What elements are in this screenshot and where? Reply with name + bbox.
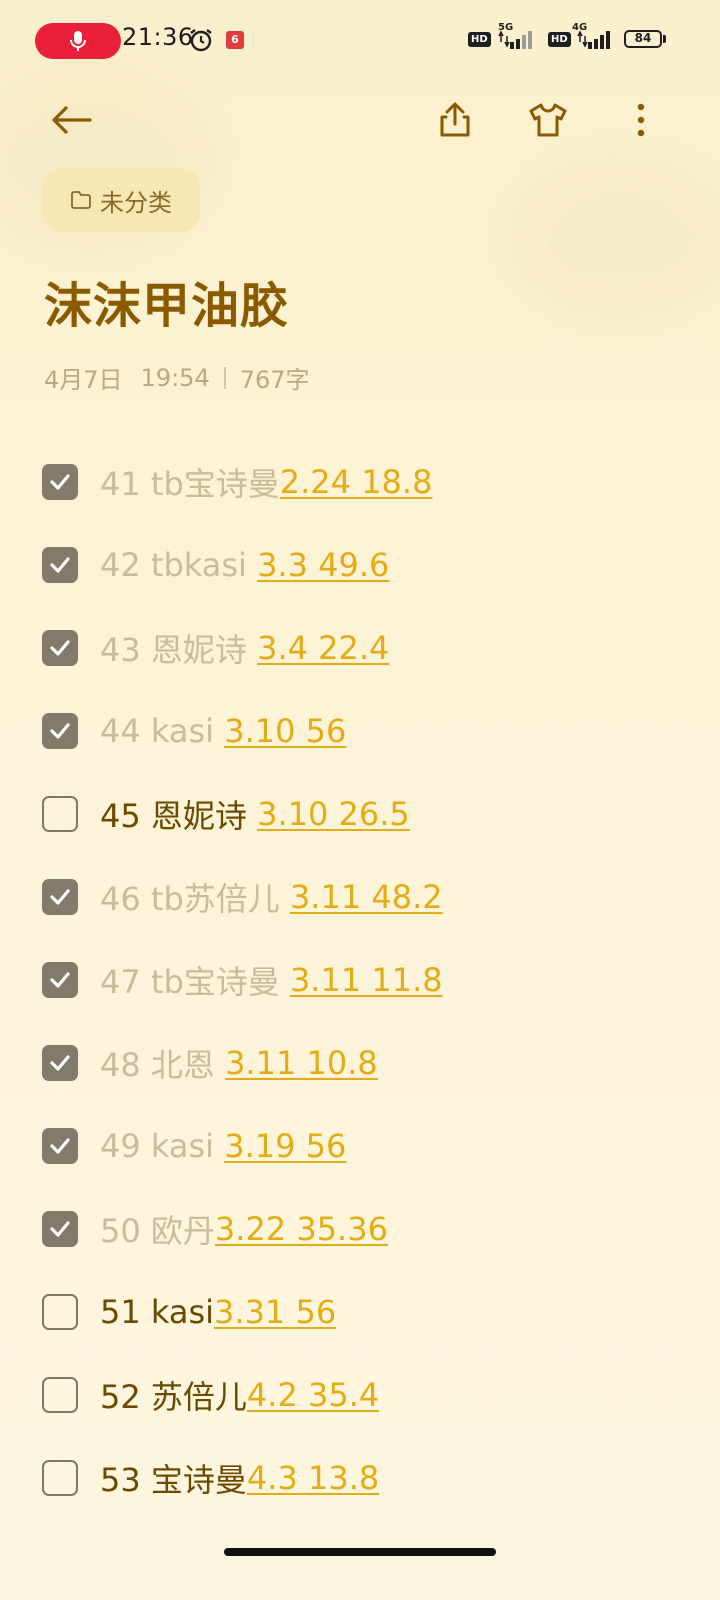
- network-type-label: 4G: [572, 22, 588, 33]
- note-title[interactable]: 沫沫甲油胶: [44, 266, 289, 336]
- note-date: 4月7日: [44, 366, 123, 394]
- checkmark-icon: [50, 473, 70, 490]
- checkbox-checked[interactable]: [42, 961, 78, 998]
- checkbox-checked[interactable]: [42, 1127, 78, 1164]
- checkmark-icon: [50, 1054, 70, 1071]
- note-meta: 4月7日 19:54 767字: [44, 360, 310, 395]
- checklist-item-link[interactable]: 3.11 48.2: [290, 878, 443, 916]
- more-button[interactable]: [616, 95, 666, 145]
- checklist-item-text[interactable]: 41 tb宝诗曼: [100, 459, 280, 505]
- home-indicator[interactable]: [224, 1548, 496, 1556]
- checklist-item-text[interactable]: 43 恩妮诗: [100, 625, 257, 671]
- checklist-item-text[interactable]: 51 kasi: [100, 1293, 214, 1331]
- recording-indicator[interactable]: [35, 23, 121, 59]
- checkmark-icon: [50, 556, 70, 573]
- checklist-item: 42 tbkasi 3.3 49.6: [42, 523, 682, 606]
- checkmark-icon: [50, 1220, 70, 1237]
- checklist-item-text[interactable]: 52 苏倍儿: [100, 1372, 247, 1418]
- network-type-label: 5G: [498, 22, 514, 33]
- checklist-item-text[interactable]: 44 kasi: [100, 712, 224, 750]
- note-time: 19:54: [140, 363, 210, 392]
- checkmark-icon: [50, 888, 70, 905]
- battery-cap: [663, 35, 666, 43]
- hd-badge: HD: [468, 31, 491, 47]
- checkbox-checked[interactable]: [42, 1044, 78, 1081]
- checklist-item-text[interactable]: 49 kasi: [100, 1127, 224, 1165]
- folder-chip[interactable]: 未分类: [42, 168, 200, 232]
- checkmark-icon: [50, 1137, 70, 1154]
- checklist-item-link[interactable]: 4.3 13.8: [247, 1459, 379, 1497]
- status-time: 21:36: [122, 23, 194, 51]
- signal-sim1: HD 5G: [468, 22, 542, 50]
- checklist-item: 53 宝诗曼 4.3 13.8: [42, 1436, 682, 1519]
- checklist-item-link[interactable]: 4.2 35.4: [247, 1376, 379, 1414]
- checklist-item: 44 kasi 3.10 56: [42, 689, 682, 772]
- background-decoration: [500, 150, 720, 330]
- checkbox-checked[interactable]: [42, 546, 78, 583]
- folder-icon: [71, 191, 91, 209]
- checklist-item-link[interactable]: 3.19 56: [224, 1127, 346, 1165]
- checklist-item-text[interactable]: 53 宝诗曼: [100, 1455, 247, 1501]
- checklist-item: 41 tb宝诗曼 2.24 18.8: [42, 440, 682, 523]
- checkbox-unchecked[interactable]: [42, 1293, 78, 1330]
- checklist-item-link[interactable]: 3.11 11.8: [290, 961, 443, 999]
- signal-sim2: HD 4G: [548, 22, 622, 50]
- checklist-item: 45 恩妮诗 3.10 26.5: [42, 772, 682, 855]
- app-notification-icon: 6: [226, 31, 244, 49]
- checkbox-checked[interactable]: [42, 712, 78, 749]
- checklist-item-text[interactable]: 46 tb苏倍儿: [100, 874, 290, 920]
- checkmark-icon: [50, 722, 70, 739]
- checklist-item-link[interactable]: 3.3 49.6: [257, 546, 389, 584]
- meta-divider: [223, 366, 226, 389]
- checklist-item-text[interactable]: 50 欧丹: [100, 1206, 215, 1252]
- checklist-item-text[interactable]: 42 tbkasi: [100, 546, 257, 584]
- checklist-item-link[interactable]: 3.11 10.8: [225, 1044, 378, 1082]
- share-button[interactable]: [430, 95, 480, 145]
- checkbox-checked[interactable]: [42, 878, 78, 915]
- checklist-item: 46 tb苏倍儿 3.11 48.2: [42, 855, 682, 938]
- back-button[interactable]: [46, 95, 96, 145]
- checkbox-unchecked[interactable]: [42, 795, 78, 832]
- checklist: 41 tb宝诗曼 2.24 18.8 42 tbkasi 3.3 49.6 43 恩妮…: [42, 440, 682, 1519]
- word-count: 767字: [239, 366, 310, 394]
- share-icon: [440, 102, 470, 137]
- battery-icon: 84: [624, 30, 662, 48]
- hd-badge: HD: [548, 31, 571, 47]
- checkmark-icon: [50, 639, 70, 656]
- checklist-item: 49 kasi 3.19 56: [42, 1104, 682, 1187]
- checkbox-checked[interactable]: [42, 1210, 78, 1247]
- status-bar: 21:36 6 HD 5G HD 4G 84: [0, 0, 720, 80]
- checklist-item: 52 苏倍儿 4.2 35.4: [42, 1353, 682, 1436]
- checklist-item: 48 北恩 3.11 10.8: [42, 1021, 682, 1104]
- shirt-icon: [529, 103, 567, 137]
- alarm-clock-icon: [190, 29, 212, 52]
- microphone-icon: [70, 31, 86, 51]
- checklist-item: 51 kasi 3.31 56: [42, 1270, 682, 1353]
- checklist-item-text[interactable]: 48 北恩: [100, 1040, 225, 1086]
- checklist-item-link[interactable]: 3.10 26.5: [257, 795, 410, 833]
- more-vertical-icon: [637, 103, 645, 137]
- checklist-item-link[interactable]: 3.22 35.36: [215, 1210, 388, 1248]
- checkmark-icon: [50, 971, 70, 988]
- checkbox-checked[interactable]: [42, 463, 78, 500]
- theme-button[interactable]: [523, 95, 573, 145]
- checkbox-unchecked[interactable]: [42, 1459, 78, 1496]
- checklist-item-link[interactable]: 2.24 18.8: [280, 463, 433, 501]
- checklist-item: 47 tb宝诗曼 3.11 11.8: [42, 938, 682, 1021]
- folder-name: 未分类: [100, 188, 172, 217]
- checklist-item-link[interactable]: 3.10 56: [224, 712, 346, 750]
- checklist-item: 50 欧丹 3.22 35.36: [42, 1187, 682, 1270]
- checklist-item-text[interactable]: 47 tb宝诗曼: [100, 957, 290, 1003]
- checklist-item: 43 恩妮诗 3.4 22.4: [42, 606, 682, 689]
- checklist-item-text[interactable]: 45 恩妮诗: [100, 791, 257, 837]
- arrow-left-icon: [52, 106, 92, 134]
- checklist-item-link[interactable]: 3.4 22.4: [257, 629, 389, 667]
- checkbox-checked[interactable]: [42, 629, 78, 666]
- checkbox-unchecked[interactable]: [42, 1376, 78, 1413]
- battery-level-text: 84: [634, 31, 652, 45]
- checklist-item-link[interactable]: 3.31 56: [214, 1293, 336, 1331]
